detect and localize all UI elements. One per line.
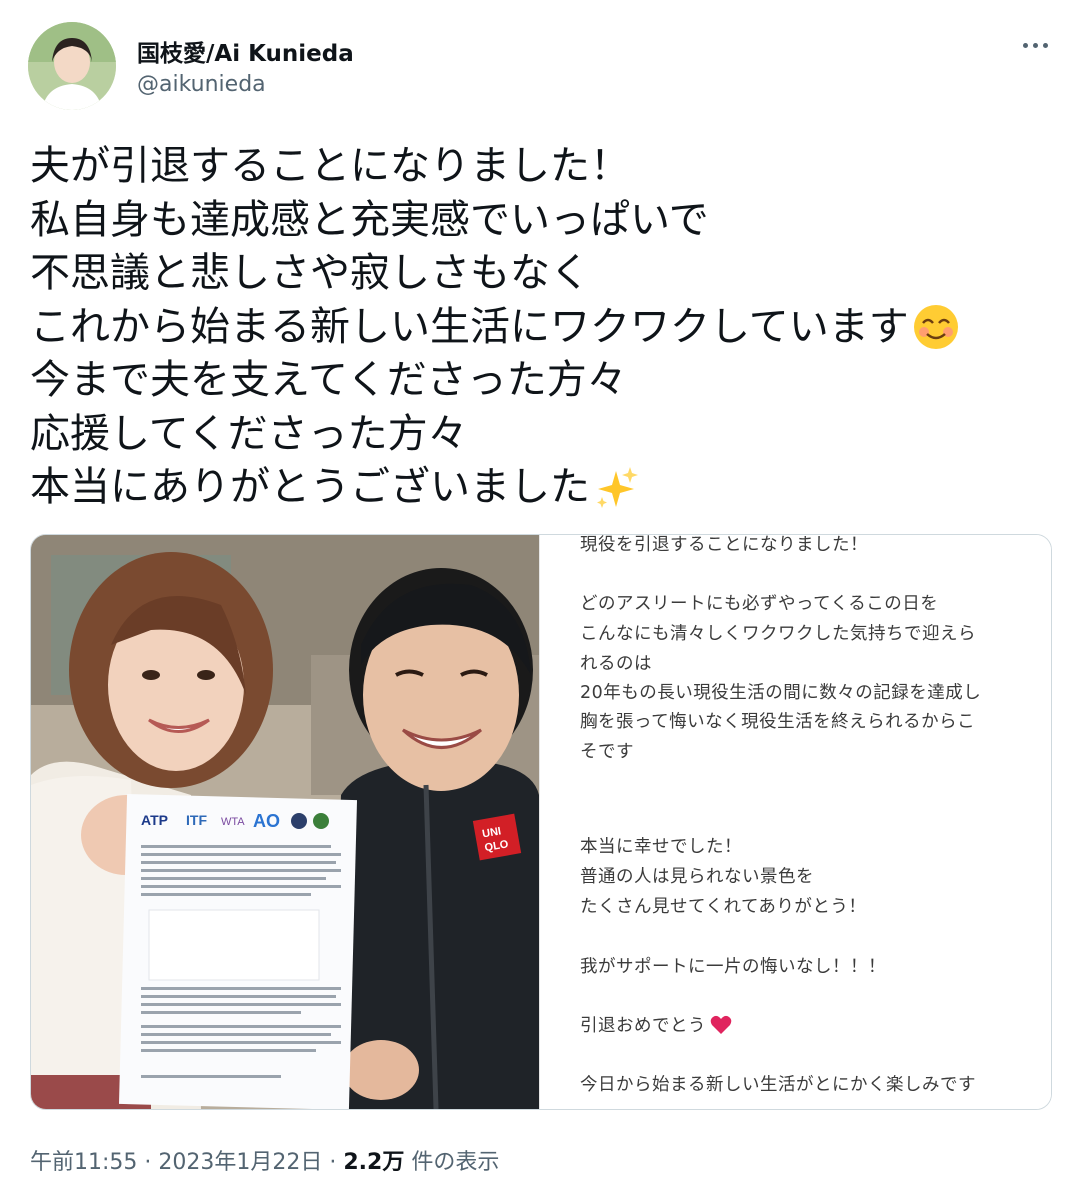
more-dot-icon xyxy=(1032,42,1038,48)
svg-text:ITF: ITF xyxy=(186,812,207,828)
tweet-line-text: 今まで夫を支えてくださった方々 xyxy=(30,357,627,403)
note-line: れるのは xyxy=(580,654,652,674)
note-line: 現役を引退することになりました！ xyxy=(580,535,868,555)
author-display-name[interactable]: 国枝愛/Ai Kunieda xyxy=(137,34,354,68)
svg-text:ATP: ATP xyxy=(141,812,168,828)
views-count[interactable]: 2.2万 xyxy=(343,1150,404,1175)
tweet-line-text: 私自身も達成感と充実感でいっぱいで xyxy=(30,196,709,243)
tweet-line-text: 不思議と悲しさや寂しさもなく xyxy=(30,250,590,296)
tweet-line: 本当にありがとうございました xyxy=(30,461,1050,515)
svg-text:WTA: WTA xyxy=(221,816,245,828)
note-line: 本当に幸せでした！ xyxy=(580,837,742,857)
meta-separator: · xyxy=(137,1150,159,1175)
red-heart-icon xyxy=(710,1015,732,1034)
note-line: こんなにも清々しくワクワクした気持ちで迎えら xyxy=(580,624,976,644)
note-line: 胸を張って悔いなく現役生活を終えられるからこ xyxy=(580,712,976,732)
media-photo[interactable]: UNI QLO ATP ITF WTA AO xyxy=(31,535,539,1109)
note-screenshot[interactable]: 現役を引退することになりました！ どのアスリートにも必ずやってくるこの日を こん… xyxy=(539,535,1051,1109)
more-options-button[interactable] xyxy=(1015,30,1055,60)
photo-image: UNI QLO ATP ITF WTA AO xyxy=(31,535,539,1109)
tweet-line-text: 夫が引退することになりました！ xyxy=(30,143,630,189)
author-handle[interactable]: @aikunieda xyxy=(137,72,266,97)
note-line: 引退おめでとう xyxy=(580,1012,732,1037)
retirement-document: ATP ITF WTA AO xyxy=(118,794,358,1109)
tweet-date[interactable]: 2023年1月22日 xyxy=(158,1150,322,1175)
svg-text:AO: AO xyxy=(253,811,280,831)
note-line-text: 引退おめでとう xyxy=(580,1016,706,1036)
note-line: どのアスリートにも必ずやってくるこの日を xyxy=(580,594,939,614)
meta-separator: · xyxy=(322,1150,344,1175)
smiling-face-icon xyxy=(913,304,959,350)
tweet-meta: 午前11:55 · 2023年1月22日 · 2.2万 件の表示 xyxy=(30,1144,499,1176)
tweet-line-text: 本当にありがとうございました xyxy=(30,464,590,510)
avatar[interactable] xyxy=(28,22,116,110)
tweet-line: 不思議と悲しさや寂しさもなく xyxy=(30,247,1050,301)
note-line: 今日から始まる新しい生活がとにかく楽しみです xyxy=(580,1075,976,1095)
note-line: たくさん見せてくれてありがとう！ xyxy=(580,897,867,917)
tweet-line: 今まで夫を支えてくださった方々 xyxy=(30,354,1050,408)
note-line: 20年もの長い現役生活の間に数々の記録を達成し xyxy=(580,683,982,703)
uniqlo-logo: UNI QLO xyxy=(472,813,522,861)
tweet-line: 夫が引退することになりました！ xyxy=(30,140,1050,194)
tweet-line: 応援してくださった方々 xyxy=(30,408,1050,462)
tweet-line: 私自身も達成感と充実感でいっぱいで xyxy=(30,194,1050,248)
media-attachment[interactable]: UNI QLO ATP ITF WTA AO 現役を引退することになりました！ … xyxy=(30,534,1052,1110)
tweet-line-text: これから始まる新しい生活にワクワクしています xyxy=(30,303,909,350)
note-line: そです xyxy=(580,742,634,762)
tweet-time[interactable]: 午前11:55 xyxy=(30,1150,137,1175)
sparkles-icon xyxy=(594,465,640,511)
tweet-line-text: 応援してくださった方々 xyxy=(30,410,468,457)
tweet-line: これから始まる新しい生活にワクワクしています xyxy=(30,301,1050,355)
avatar-image xyxy=(28,22,116,110)
note-line: 普通の人は見られない景色を xyxy=(580,867,814,887)
views-label: 件の表示 xyxy=(404,1150,500,1175)
more-dot-icon xyxy=(1042,42,1048,48)
more-dot-icon xyxy=(1022,42,1028,48)
tweet-text: 夫が引退することになりました！ 私自身も達成感と充実感でいっぱいで 不思議と悲し… xyxy=(30,140,1050,515)
note-line: 我がサポートに一片の悔いなし！！！ xyxy=(580,957,886,977)
